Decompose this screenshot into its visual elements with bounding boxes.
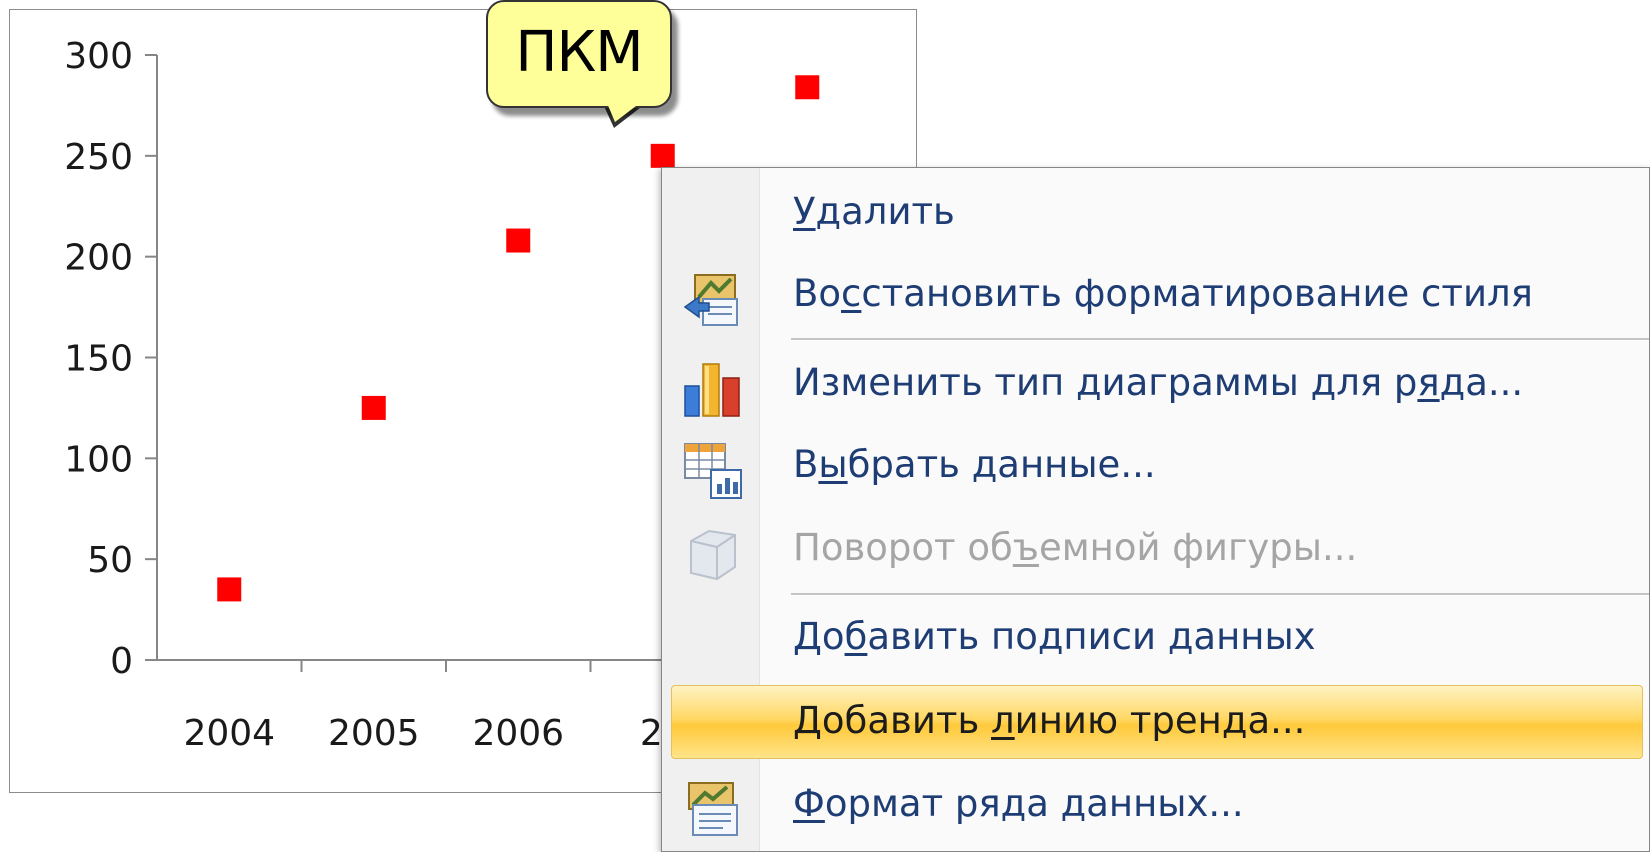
menu-item-label: Удалить (793, 190, 955, 233)
menu-item-label: Формат ряда данных... (793, 782, 1244, 825)
x-tick-label: 2006 (472, 713, 564, 754)
menu-separator (791, 338, 1649, 341)
menu-item-label: Добавить линию тренда... (793, 699, 1306, 742)
y-tick-label: 100 (64, 439, 133, 480)
right-click-callout: ПКМ (486, 0, 672, 108)
reset-style-icon (681, 267, 745, 331)
3d-rotation-icon (681, 521, 745, 585)
menu-item-3d-rotation: Поворот объемной фигуры... (662, 508, 1649, 590)
menu-item-delete[interactable]: Удалить (662, 172, 1649, 254)
menu-item-select-data[interactable]: Выбрать данные... (662, 425, 1649, 507)
menu-item-reset-style[interactable]: Восстановить форматирование стиля (662, 254, 1649, 336)
data-point[interactable] (361, 395, 386, 420)
data-point[interactable] (650, 143, 675, 168)
chart-type-icon (681, 356, 745, 420)
menu-item-label: Поворот объемной фигуры... (793, 526, 1358, 569)
select-data-icon (681, 438, 745, 502)
x-tick-label: 2004 (183, 713, 275, 754)
menu-item-change-chart-type[interactable]: Изменить тип диаграммы для ряда... (662, 343, 1649, 425)
menu-item-add-data-labels[interactable]: Добавить подписи данных (662, 597, 1649, 679)
data-point[interactable] (217, 577, 242, 602)
x-tick-label: 2005 (328, 713, 420, 754)
callout-text: ПКМ (515, 20, 643, 85)
menu-item-label: Выбрать данные... (793, 443, 1156, 486)
data-point[interactable] (506, 228, 531, 253)
y-tick-label: 150 (64, 339, 133, 380)
y-tick-label: 0 (110, 641, 133, 682)
menu-item-label: Изменить тип диаграммы для ряда... (793, 361, 1524, 404)
data-point[interactable] (795, 75, 820, 100)
format-series-icon (681, 777, 745, 841)
y-tick-label: 300 (64, 36, 133, 77)
menu-item-label: Добавить подписи данных (793, 615, 1316, 658)
menu-item-label: Восстановить форматирование стиля (793, 272, 1533, 315)
context-menu: Удалить Восстановить форматирование стил… (661, 167, 1650, 852)
menu-separator (791, 593, 1649, 596)
y-tick-label: 50 (87, 540, 133, 581)
menu-item-add-trendline[interactable]: Добавить линию тренда... (662, 681, 1649, 763)
y-tick-label: 200 (64, 238, 133, 279)
menu-item-format-series[interactable]: Формат ряда данных... (662, 764, 1649, 846)
y-tick-label: 250 (64, 137, 133, 178)
